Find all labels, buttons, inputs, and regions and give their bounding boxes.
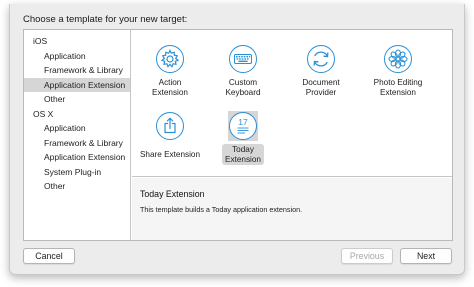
sidebar-item-ios-application[interactable]: Application — [24, 49, 130, 64]
gear-icon — [156, 45, 184, 73]
tile-label: Action Extension — [152, 78, 188, 97]
description-title: Today Extension — [140, 189, 205, 199]
dialog-heading: Choose a template for your new target: — [23, 14, 188, 25]
template-grid: Action Extension Custom Keyboard Documen… — [132, 30, 452, 177]
template-document-provider[interactable]: Document Provider — [288, 38, 354, 98]
template-action-extension[interactable]: Action Extension — [137, 38, 203, 98]
keyboard-icon — [229, 45, 257, 73]
calendar-date-text: 17 — [238, 117, 248, 127]
template-description-pane: Today Extension This template builds a T… — [132, 178, 452, 240]
calendar-list-icon: 17 — [228, 111, 258, 141]
template-today-extension[interactable]: 17 Today Extension — [210, 105, 276, 165]
tile-label: Today Extension — [222, 144, 264, 165]
sidebar-section-osx[interactable]: OS X — [24, 107, 130, 122]
sidebar-item-ios-framework-library[interactable]: Framework & Library — [24, 63, 130, 78]
template-photo-editing-extension[interactable]: Photo Editing Extension — [361, 38, 435, 98]
sidebar-section-ios[interactable]: iOS — [24, 34, 130, 49]
tile-label: Document Provider — [302, 78, 340, 97]
sidebar-item-ios-other[interactable]: Other — [24, 92, 130, 107]
template-custom-keyboard[interactable]: Custom Keyboard — [210, 38, 276, 98]
sidebar-item-osx-application[interactable]: Application — [24, 121, 130, 136]
new-target-sheet: Choose a template for your new target: i… — [9, 4, 465, 275]
sidebar-item-osx-other[interactable]: Other — [24, 179, 130, 194]
description-text: This template builds a Today application… — [140, 205, 303, 214]
sidebar-item-osx-framework-library[interactable]: Framework & Library — [24, 136, 130, 151]
template-chooser-panel: iOS Application Framework & Library Appl… — [23, 29, 453, 241]
sidebar-item-ios-application-extension[interactable]: Application Extension — [24, 77, 130, 92]
platform-sidebar: iOS Application Framework & Library Appl… — [24, 30, 131, 240]
next-button[interactable]: Next — [400, 248, 452, 264]
refresh-arrows-icon — [307, 45, 335, 73]
share-icon — [156, 112, 184, 140]
sidebar-item-osx-application-extension[interactable]: Application Extension — [24, 150, 130, 165]
tile-label: Share Extension — [139, 150, 201, 159]
previous-button[interactable]: Previous — [341, 248, 393, 264]
flower-icon — [384, 45, 412, 73]
tile-label: Photo Editing Extension — [373, 78, 423, 97]
cancel-button[interactable]: Cancel — [23, 248, 75, 264]
sidebar-item-osx-system-plugin[interactable]: System Plug-in — [24, 165, 130, 180]
template-share-extension[interactable]: Share Extension — [133, 105, 207, 165]
tile-label: Custom Keyboard — [225, 78, 261, 97]
